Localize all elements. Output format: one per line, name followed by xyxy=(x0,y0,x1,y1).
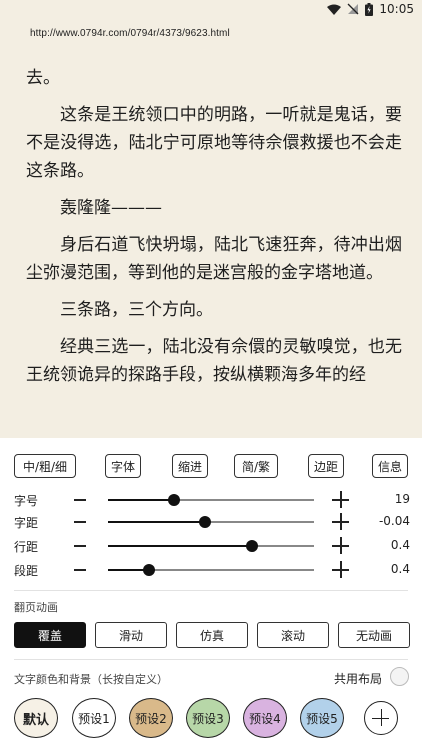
shared-layout-label: 共用布局 xyxy=(334,672,383,686)
slider-label: 字号 xyxy=(14,494,39,508)
page-animation-options: 覆盖 滑动 仿真 滚动 无动画 xyxy=(14,622,410,648)
paragraph: 三条路，三个方向。 xyxy=(60,300,213,320)
no-sim-icon xyxy=(347,3,359,15)
chapter-content: 去。 这条是王统领口中的明路，一听就是鬼话，要不是没得选，陆北宁可原地等待佘儇救… xyxy=(26,64,402,438)
slider-letter-spacing: 字距 -0.04 xyxy=(14,512,410,532)
divider xyxy=(14,659,408,660)
chapter-url: http://www.0794r.com/0794r/4373/9623.htm… xyxy=(30,28,230,39)
letter-spacing-track[interactable] xyxy=(108,516,314,528)
slider-label: 段距 xyxy=(14,564,39,578)
preset-3[interactable]: 预设3 xyxy=(186,698,230,738)
text-color-label: 文字颜色和背景（长按自定义） xyxy=(14,673,168,686)
preset-1[interactable]: 预设1 xyxy=(72,698,116,738)
divider xyxy=(14,590,408,591)
increase-paragraph-spacing-button[interactable] xyxy=(332,561,349,578)
preset-5[interactable]: 预设5 xyxy=(300,698,344,738)
status-icons: 10:05 xyxy=(327,1,414,17)
tab-info[interactable]: 信息 xyxy=(372,454,408,478)
preset-4[interactable]: 预设4 xyxy=(243,698,287,738)
slider-paragraph-spacing: 段距 0.4 xyxy=(14,560,410,580)
tab-margin[interactable]: 边距 xyxy=(308,454,344,478)
color-presets: 默认 预设1 预设2 预设3 预设4 预设5 xyxy=(14,698,410,740)
tab-font[interactable]: 字体 xyxy=(105,454,141,478)
reading-settings-panel: 中/粗/细 字体 缩进 简/繁 边距 信息 字号 19 字距 -0.04 行距 … xyxy=(0,438,422,749)
paragraph-spacing-value: 0.4 xyxy=(390,562,410,576)
tab-indent[interactable]: 缩进 xyxy=(172,454,208,478)
paragraph: 经典三选一，陆北没有佘儇的灵敏嗅觉，也无王统领诡异的探路手段，按纵横颗海多年的经 xyxy=(26,337,402,385)
line-spacing-track[interactable] xyxy=(108,540,314,552)
preset-2[interactable]: 预设2 xyxy=(129,698,173,738)
anim-option-simulate[interactable]: 仿真 xyxy=(176,622,248,648)
preset-default[interactable]: 默认 xyxy=(14,698,58,738)
increase-letter-spacing-button[interactable] xyxy=(332,513,349,530)
paragraph: 身后石道飞快坍塌，陆北飞速狂奔，待冲出烟尘弥漫范围，等到他的是迷宫般的金字塔地道… xyxy=(26,235,402,283)
format-tabs: 中/粗/细 字体 缩进 简/繁 边距 信息 xyxy=(14,454,408,478)
slider-label: 行距 xyxy=(14,540,39,554)
add-preset-button[interactable] xyxy=(364,701,398,735)
paragraph: 轰隆隆——— xyxy=(60,198,162,218)
font-size-track[interactable] xyxy=(108,494,314,506)
status-bar: 10:05 xyxy=(0,0,422,18)
anim-option-scroll[interactable]: 滚动 xyxy=(257,622,329,648)
paragraph-spacing-track[interactable] xyxy=(108,564,314,576)
paragraph-spacing-thumb[interactable] xyxy=(143,564,156,576)
paragraph: 去。 xyxy=(26,68,60,88)
status-time: 10:05 xyxy=(379,2,414,16)
page-animation-label: 翻页动画 xyxy=(14,601,58,614)
anim-option-none[interactable]: 无动画 xyxy=(338,622,410,648)
anim-option-slide[interactable]: 滑动 xyxy=(95,622,167,648)
tab-simplified-traditional[interactable]: 简/繁 xyxy=(234,454,278,478)
font-size-thumb[interactable] xyxy=(167,494,180,506)
letter-spacing-value: -0.04 xyxy=(378,514,410,528)
shared-layout-toggle[interactable] xyxy=(390,667,409,686)
decrease-paragraph-spacing-button[interactable] xyxy=(74,569,86,571)
anim-option-cover[interactable]: 覆盖 xyxy=(14,622,86,648)
slider-font-size: 字号 19 xyxy=(14,490,410,510)
decrease-line-spacing-button[interactable] xyxy=(74,545,86,547)
wifi-icon xyxy=(327,4,342,15)
paragraph: 这条是王统领口中的明路，一听就是鬼话，要不是没得选，陆北宁可原地等待佘儇救援也不… xyxy=(26,105,402,181)
decrease-letter-spacing-button[interactable] xyxy=(74,521,86,523)
font-size-value: 19 xyxy=(394,492,410,506)
battery-icon xyxy=(365,2,374,16)
tab-weight[interactable]: 中/粗/细 xyxy=(14,454,76,478)
line-spacing-thumb[interactable] xyxy=(246,540,259,552)
letter-spacing-thumb[interactable] xyxy=(198,516,211,528)
decrease-font-size-button[interactable] xyxy=(74,499,86,501)
slider-line-spacing: 行距 0.4 xyxy=(14,536,410,556)
line-spacing-value: 0.4 xyxy=(390,538,410,552)
increase-line-spacing-button[interactable] xyxy=(332,537,349,554)
slider-label: 字距 xyxy=(14,516,39,530)
increase-font-size-button[interactable] xyxy=(332,491,349,508)
